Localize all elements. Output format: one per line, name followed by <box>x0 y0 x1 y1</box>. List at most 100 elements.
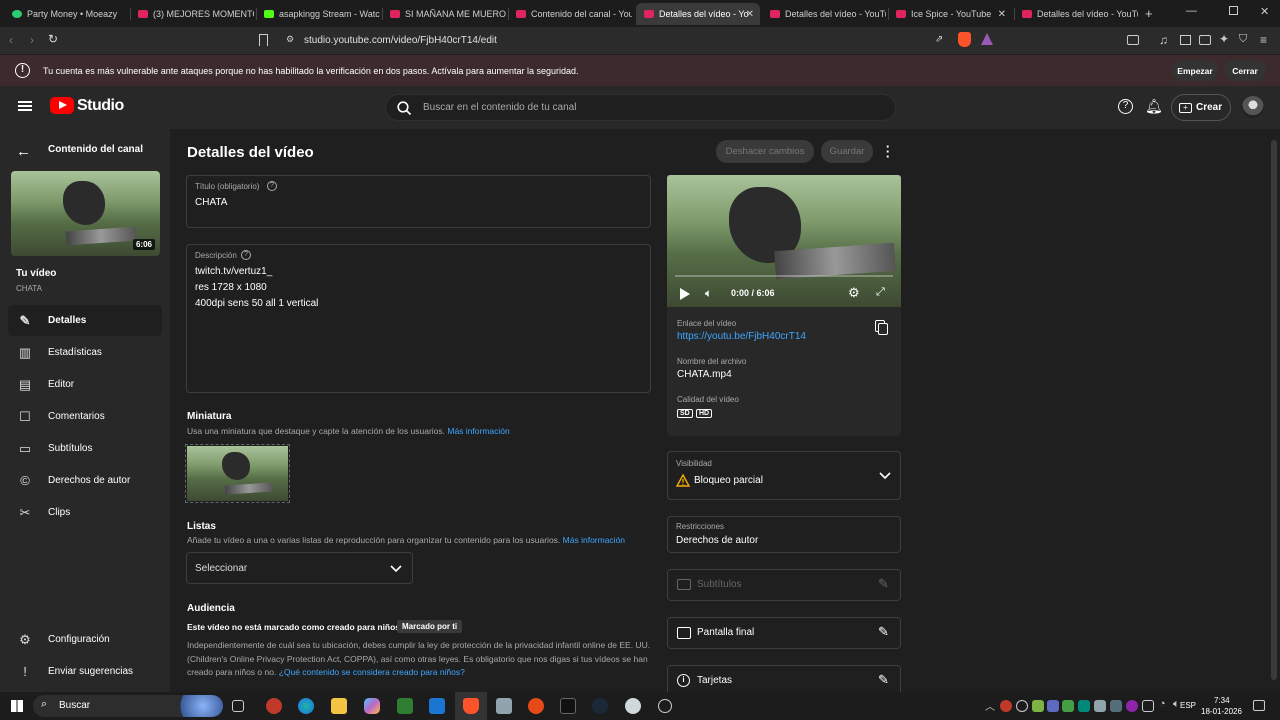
play-icon[interactable] <box>680 288 690 300</box>
tray-icon[interactable] <box>1047 700 1059 712</box>
thumbnail-option[interactable] <box>185 444 290 503</box>
edit-pencil-icon[interactable]: ✎ <box>878 624 889 640</box>
edit-pencil-icon[interactable]: ✎ <box>878 576 889 592</box>
sidebar-item-comments[interactable]: ☐ Comentarios <box>8 401 162 432</box>
video-player[interactable]: 🔈︎ 0:00 / 6:06 ⚙ ⤢ <box>667 175 901 307</box>
title-field[interactable]: Título (obligatorio) ? CHATA <box>186 175 651 228</box>
leo-ai-icon[interactable]: ✦ <box>1219 32 1229 46</box>
music-icon[interactable]: ♫ <box>1159 33 1168 47</box>
copilot-icon[interactable] <box>364 698 380 714</box>
close-window-icon[interactable]: ✕ <box>1260 5 1269 18</box>
undo-changes-button[interactable]: Deshacer cambios <box>716 140 814 163</box>
browser-tab[interactable]: Detalles del vídeo - YouTu <box>1014 3 1138 25</box>
sidebar-item-details[interactable]: ✎ Detalles <box>8 305 162 336</box>
studio-logo-text[interactable]: Studio <box>77 97 124 115</box>
edge-icon[interactable] <box>298 698 314 714</box>
vpn-icon[interactable]: ⛉ <box>1239 33 1247 46</box>
description-field[interactable]: Descripción ? twitch.tv/vertuz1_ res 172… <box>186 244 651 393</box>
made-for-kids-link[interactable]: ¿Qué contenido se considera creado para … <box>279 667 465 677</box>
sidebar-toggle-icon[interactable] <box>1127 35 1139 45</box>
browser-tab[interactable]: Party Money • Moeazy <box>4 3 128 25</box>
clock-time[interactable]: 7:34 <box>1214 696 1230 705</box>
avatar[interactable] <box>1242 96 1264 118</box>
mail-icon[interactable] <box>429 698 445 714</box>
sidebar-item-editor[interactable]: ▤ Editor <box>8 369 162 400</box>
browser-tab[interactable]: SI MAÑANA ME MUERO - <box>382 3 506 25</box>
wallet-icon[interactable] <box>1199 35 1211 45</box>
reader-icon[interactable] <box>1180 35 1191 45</box>
reload-icon[interactable]: ↻ <box>48 32 58 46</box>
sidebar-item-feedback[interactable]: ! Enviar sugerencias <box>8 656 162 687</box>
browser-tab[interactable]: (3) MEJORES MOMENTOS <box>130 3 254 25</box>
tray-icon[interactable] <box>1000 700 1012 712</box>
menu-icon[interactable]: ≡ <box>1260 33 1267 47</box>
sidebar-item-clips[interactable]: ✂ Clips <box>8 497 162 528</box>
notifications-icon[interactable] <box>1253 700 1265 711</box>
save-button[interactable]: Guardar <box>821 140 873 163</box>
player-progress-track[interactable] <box>675 275 893 277</box>
clock-date[interactable]: 18-01-2026 <box>1201 707 1242 716</box>
channel-search-input[interactable]: Buscar en el contenido de tu canal <box>385 94 896 121</box>
subtitles-row[interactable]: Subtítulos ✎ <box>667 569 901 601</box>
close-tab-icon[interactable]: ✕ <box>998 9 1006 20</box>
restore-icon[interactable] <box>1229 6 1238 15</box>
browser-tab-active[interactable]: Detalles del vídeo - Yo ✕ <box>636 3 760 25</box>
tray-icon[interactable] <box>1016 700 1028 712</box>
brave-rewards-icon[interactable] <box>981 33 993 45</box>
back-arrow-icon[interactable]: ← <box>16 143 31 160</box>
app-icon[interactable] <box>496 698 512 714</box>
browser-tab[interactable]: Detalles del vídeo - YouTu <box>762 3 886 25</box>
copy-icon[interactable] <box>878 323 888 335</box>
hamburger-menu-icon[interactable] <box>18 101 32 103</box>
store-icon[interactable] <box>397 698 413 714</box>
brave-icon[interactable] <box>463 698 479 714</box>
cards-row[interactable]: i Tarjetas ✎ <box>667 665 901 692</box>
taskbar-search[interactable]: ⌕ Buscar <box>33 695 223 717</box>
chevron-up-icon[interactable]: ︿ <box>985 698 995 713</box>
language-indicator[interactable]: ESP <box>1180 701 1196 710</box>
sidebar-item-copyright[interactable]: © Derechos de autor <box>8 465 162 496</box>
file-explorer-icon[interactable] <box>331 698 347 714</box>
browser-tab[interactable]: asapkingg Stream - Watch <box>256 3 380 25</box>
sidebar-item-analytics[interactable]: ▥ Estadísticas <box>8 337 162 368</box>
channel-content-link[interactable]: Contenido del canal <box>48 144 143 155</box>
restrictions-field[interactable]: Restricciones Derechos de autor <box>667 516 901 553</box>
sidebar-item-subtitles[interactable]: ▭ Subtítulos <box>8 433 162 464</box>
page-scrollbar[interactable] <box>1271 140 1277 680</box>
new-tab-icon[interactable]: + <box>1145 6 1153 21</box>
tray-icon[interactable] <box>1062 700 1074 712</box>
tray-icon[interactable] <box>1126 700 1138 712</box>
steam-icon[interactable] <box>592 698 608 714</box>
video-link[interactable]: https://youtu.be/FjbH40crT14 <box>677 331 806 342</box>
back-icon[interactable]: ‹ <box>9 33 13 47</box>
speaker-icon[interactable]: 🔈︎ <box>1173 698 1180 711</box>
brave-shields-icon[interactable] <box>958 32 971 47</box>
tray-icon[interactable] <box>1078 700 1090 712</box>
notifications-bell-icon[interactable]: 🔔︎ <box>1145 98 1163 115</box>
share-icon[interactable]: ⇗ <box>935 34 943 45</box>
fullscreen-icon[interactable]: ⤢ <box>876 286 885 299</box>
dismiss-banner-button[interactable]: Cerrar <box>1224 60 1266 81</box>
task-view-icon[interactable] <box>232 700 244 712</box>
help-icon[interactable]: ? <box>267 181 277 191</box>
app-icon[interactable] <box>658 699 672 713</box>
close-tab-icon[interactable]: ✕ <box>746 9 754 20</box>
tray-icon[interactable] <box>1032 700 1044 712</box>
app-icon[interactable] <box>528 698 544 714</box>
help-icon[interactable]: ? <box>241 250 251 260</box>
tray-icon[interactable] <box>1110 700 1122 712</box>
create-button[interactable]: + Crear <box>1171 94 1231 121</box>
forward-icon[interactable]: › <box>30 33 34 47</box>
windows-start-icon[interactable] <box>11 700 23 712</box>
minimize-icon[interactable]: — <box>1186 5 1197 17</box>
url-bar[interactable]: ⚙ studio.youtube.com/video/FjbH40crT14/e… <box>276 30 976 51</box>
video-thumbnail[interactable]: 6:06 <box>11 171 160 256</box>
volume-icon[interactable]: 🔈︎ <box>705 286 712 301</box>
title-input-value[interactable]: CHATA <box>195 197 227 208</box>
app-icon[interactable] <box>625 698 641 714</box>
browser-tab[interactable]: Contenido del canal - You <box>508 3 632 25</box>
more-options-icon[interactable]: · · · <box>884 140 892 163</box>
bookmark-icon[interactable] <box>259 34 268 46</box>
site-info-icon[interactable]: ⚙ <box>286 34 294 45</box>
youtube-logo-icon[interactable] <box>50 97 74 114</box>
